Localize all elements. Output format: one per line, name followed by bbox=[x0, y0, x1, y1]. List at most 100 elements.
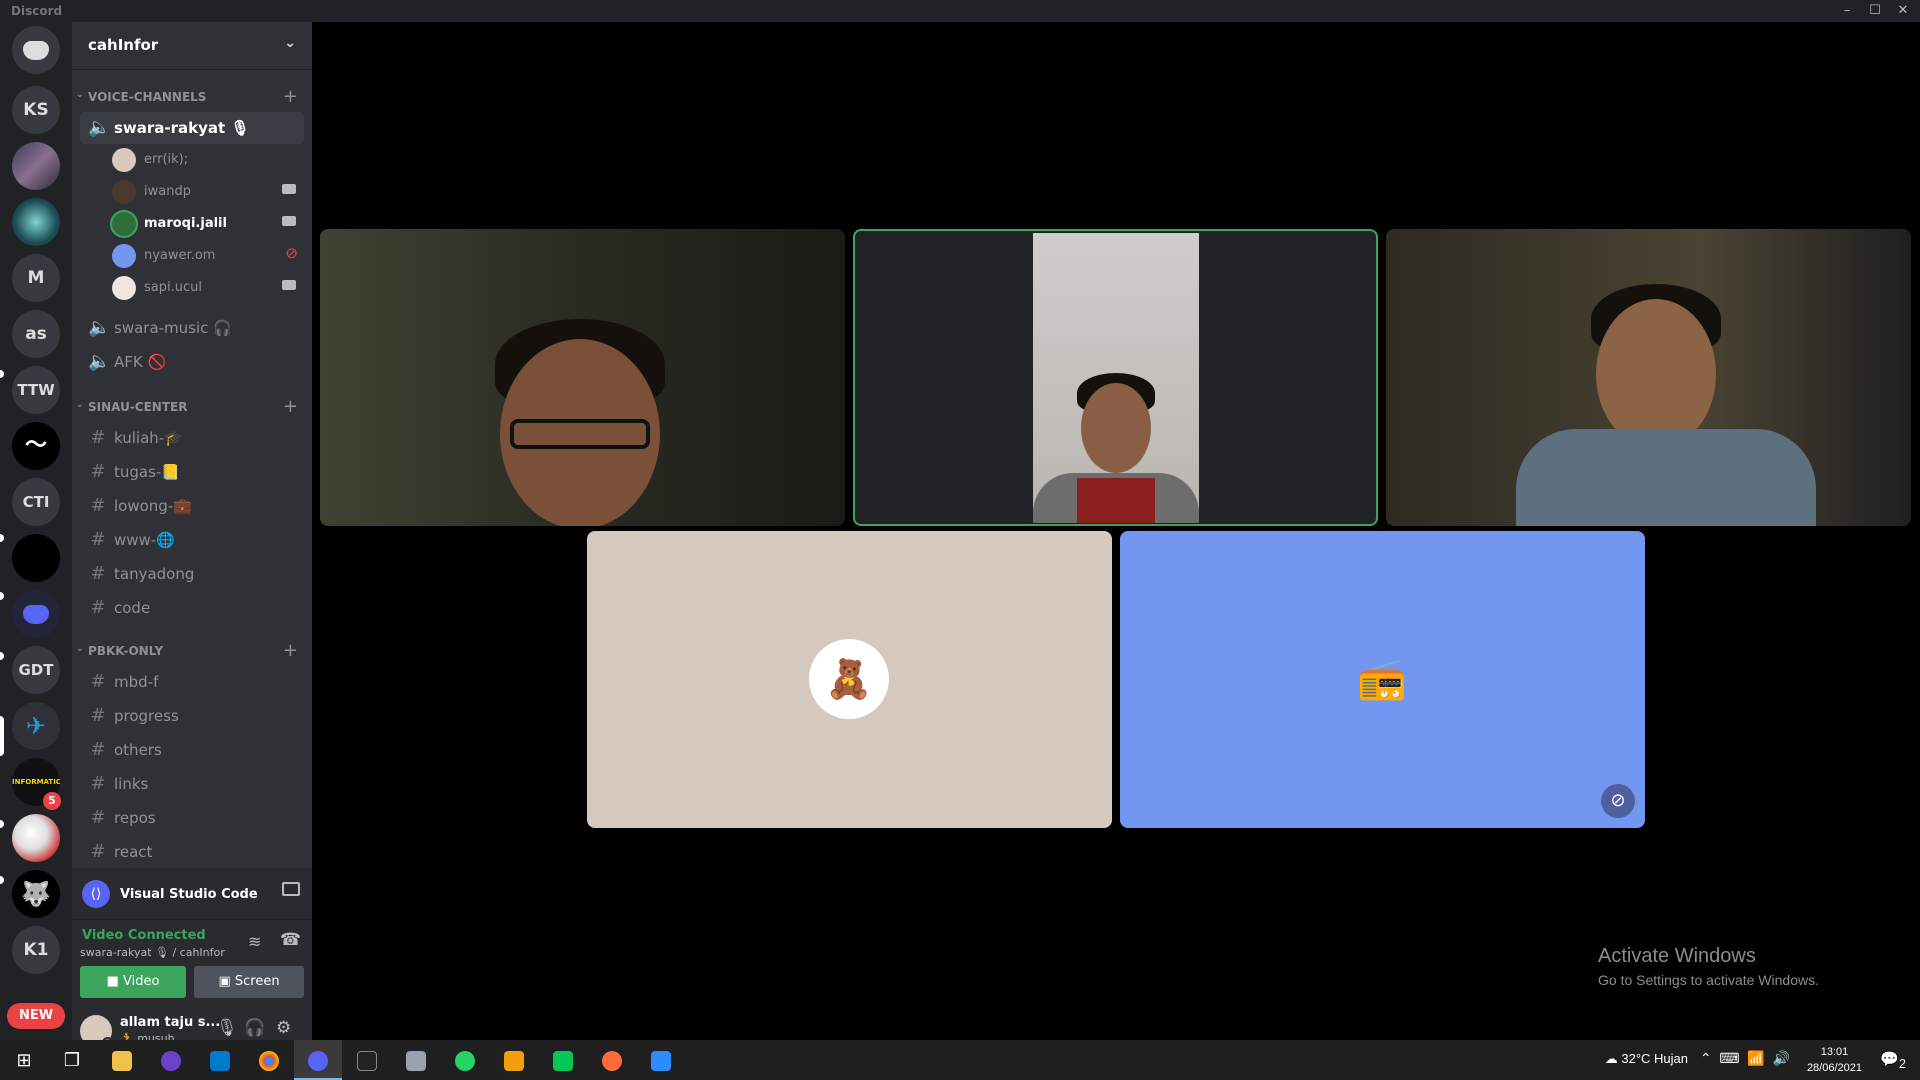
channel-progress[interactable]: # progress bbox=[80, 700, 304, 732]
server-label: KS bbox=[23, 100, 49, 120]
notification-center-icon[interactable]: 💬2 bbox=[1880, 1050, 1906, 1071]
clock[interactable]: 13:01 28/06/2021 bbox=[1807, 1044, 1862, 1076]
server-icon-image[interactable] bbox=[12, 814, 60, 862]
server-cti[interactable]: CTI bbox=[12, 478, 60, 526]
vscode-taskbar-icon[interactable] bbox=[196, 1040, 244, 1080]
video-tile[interactable] bbox=[1386, 229, 1911, 526]
github-desktop-icon[interactable] bbox=[147, 1040, 195, 1080]
hashtag-icon: # bbox=[90, 529, 106, 550]
channel-links[interactable]: # links bbox=[80, 768, 304, 800]
speaker-icon: 🔈 bbox=[88, 117, 111, 138]
avatar bbox=[112, 180, 136, 204]
chrome-icon[interactable] bbox=[245, 1040, 293, 1080]
server-as[interactable]: as bbox=[12, 310, 60, 358]
username[interactable]: allam taju s... bbox=[120, 1015, 220, 1030]
guild-header[interactable]: cahInfor ⌄ bbox=[72, 22, 312, 70]
voice-user[interactable]: err(ik); bbox=[112, 144, 304, 174]
discord-taskbar-icon[interactable] bbox=[294, 1040, 342, 1080]
weather-widget[interactable]: ☁ 32°C Hujan bbox=[1605, 1051, 1688, 1067]
channel-label: mbd-f bbox=[114, 673, 159, 691]
voice-user[interactable]: sapi.ucul bbox=[112, 272, 304, 302]
maximize-button[interactable]: ☐ bbox=[1862, 2, 1888, 20]
video-tile-speaking[interactable] bbox=[853, 229, 1378, 526]
category-label: SINAU-CENTER bbox=[88, 400, 188, 414]
wolf-icon[interactable]: 🐺 bbox=[12, 870, 60, 918]
category-voice-channels[interactable]: ⌄ VOICE-CHANNELS + bbox=[76, 86, 308, 107]
connection-status[interactable]: Video Connected bbox=[82, 928, 206, 943]
channel-swara-music[interactable]: 🔈 swara-music 🎧 bbox=[80, 312, 304, 344]
voice-user[interactable]: nyawer.om ⊘ bbox=[112, 240, 304, 270]
avatar bbox=[112, 212, 136, 236]
channel-others[interactable]: # others bbox=[80, 734, 304, 766]
server-gdt[interactable]: GDT bbox=[12, 646, 60, 694]
whatsapp-icon[interactable] bbox=[441, 1040, 489, 1080]
postman-icon[interactable] bbox=[588, 1040, 636, 1080]
disconnect-icon[interactable]: ☎ bbox=[280, 930, 301, 950]
server-m[interactable]: M bbox=[12, 254, 60, 302]
microphone-icon[interactable]: 🎙 bbox=[216, 1018, 238, 1038]
unread-pip bbox=[0, 370, 4, 378]
watermark-subtitle: Go to Settings to activate Windows. bbox=[1598, 972, 1819, 988]
media-player-icon[interactable] bbox=[490, 1040, 538, 1080]
channel-swara-rakyat[interactable]: 🔈 swara-rakyat 🎙 bbox=[80, 112, 304, 144]
avatar-tile[interactable]: 📻 ⊘ bbox=[1120, 531, 1645, 828]
channel-lowong[interactable]: # lowong-💼 bbox=[80, 490, 304, 522]
add-channel-icon[interactable]: + bbox=[283, 396, 298, 417]
channel-kuliah[interactable]: # kuliah-🎓 bbox=[80, 422, 304, 454]
channel-mbd-f[interactable]: # mbd-f bbox=[80, 666, 304, 698]
channel-repos[interactable]: # repos bbox=[80, 802, 304, 834]
voice-user[interactable]: maroqi.jalil bbox=[112, 208, 304, 238]
server-icon-image[interactable] bbox=[12, 198, 60, 246]
hashtag-icon: # bbox=[90, 705, 106, 726]
channel-www[interactable]: # www-🌐 bbox=[80, 524, 304, 556]
task-view-icon[interactable]: ❐ bbox=[48, 1040, 96, 1080]
avatar-tile[interactable]: 🧸 bbox=[587, 531, 1112, 828]
category-label: VOICE-CHANNELS bbox=[88, 90, 207, 104]
new-badge[interactable]: NEW bbox=[7, 1003, 65, 1029]
collapse-arrow-icon: ⌄ bbox=[76, 400, 84, 410]
settings-gear-icon[interactable]: ⚙ bbox=[276, 1018, 291, 1038]
photos-icon[interactable] bbox=[392, 1040, 440, 1080]
channel-tanyadong[interactable]: # tanyadong bbox=[80, 558, 304, 590]
minimize-button[interactable]: – bbox=[1834, 2, 1860, 20]
stream-monitor-icon[interactable] bbox=[282, 882, 300, 896]
add-channel-icon[interactable]: + bbox=[283, 640, 298, 661]
windows-start-icon[interactable]: ⊞ bbox=[0, 1040, 48, 1080]
selected-pip bbox=[0, 716, 4, 756]
server-ks[interactable]: KS bbox=[12, 86, 60, 134]
close-button[interactable]: ✕ bbox=[1890, 2, 1916, 20]
video-tile[interactable] bbox=[320, 229, 845, 526]
home-button[interactable] bbox=[12, 26, 60, 74]
headphones-icon[interactable]: 🎧 bbox=[244, 1018, 265, 1038]
clock-time: 13:01 bbox=[1820, 1046, 1849, 1058]
terminal-icon[interactable] bbox=[343, 1040, 391, 1080]
category-label: PBKK-ONLY bbox=[88, 644, 164, 658]
channel-code[interactable]: # code bbox=[80, 592, 304, 624]
channel-tugas[interactable]: # tugas-📒 bbox=[80, 456, 304, 488]
category-sinau-center[interactable]: ⌄ SINAU-CENTER + bbox=[76, 396, 308, 417]
server-icon-image[interactable]: ✈ bbox=[12, 702, 60, 750]
server-icon-image[interactable] bbox=[12, 142, 60, 190]
add-channel-icon[interactable]: + bbox=[283, 86, 298, 107]
speaker-icon: 🔈 bbox=[88, 351, 111, 372]
channel-react[interactable]: # react bbox=[80, 836, 304, 868]
hashtag-icon: # bbox=[90, 841, 106, 862]
connection-location[interactable]: swara-rakyat 🎙 / cahInfor bbox=[80, 946, 225, 959]
windows-activation-watermark: Activate Windows Go to Settings to activ… bbox=[1598, 945, 1819, 988]
zoom-icon[interactable] bbox=[637, 1040, 685, 1080]
line-icon[interactable] bbox=[539, 1040, 587, 1080]
video-button[interactable]: ■ Video bbox=[80, 966, 186, 998]
tray-icons[interactable]: ⌃ ⌨ 📶 🔊 bbox=[1700, 1050, 1790, 1067]
server-icon-image[interactable] bbox=[12, 534, 60, 582]
server-k1[interactable]: K1 bbox=[12, 926, 60, 974]
screen-share-button[interactable]: ▣ Screen bbox=[194, 966, 304, 998]
voice-user-name: iwandp bbox=[144, 184, 191, 199]
noise-suppression-icon[interactable]: ≋ bbox=[248, 932, 261, 951]
kali-icon[interactable]: 〜 bbox=[12, 422, 60, 470]
file-explorer-icon[interactable] bbox=[98, 1040, 146, 1080]
channel-afk[interactable]: 🔈 AFK 🚫 bbox=[80, 346, 304, 378]
discord-server-icon[interactable] bbox=[12, 590, 60, 638]
voice-user[interactable]: iwandp bbox=[112, 176, 304, 206]
category-pbkk-only[interactable]: ⌄ PBKK-ONLY + bbox=[76, 640, 308, 661]
server-ttw[interactable]: TTW bbox=[12, 366, 60, 414]
